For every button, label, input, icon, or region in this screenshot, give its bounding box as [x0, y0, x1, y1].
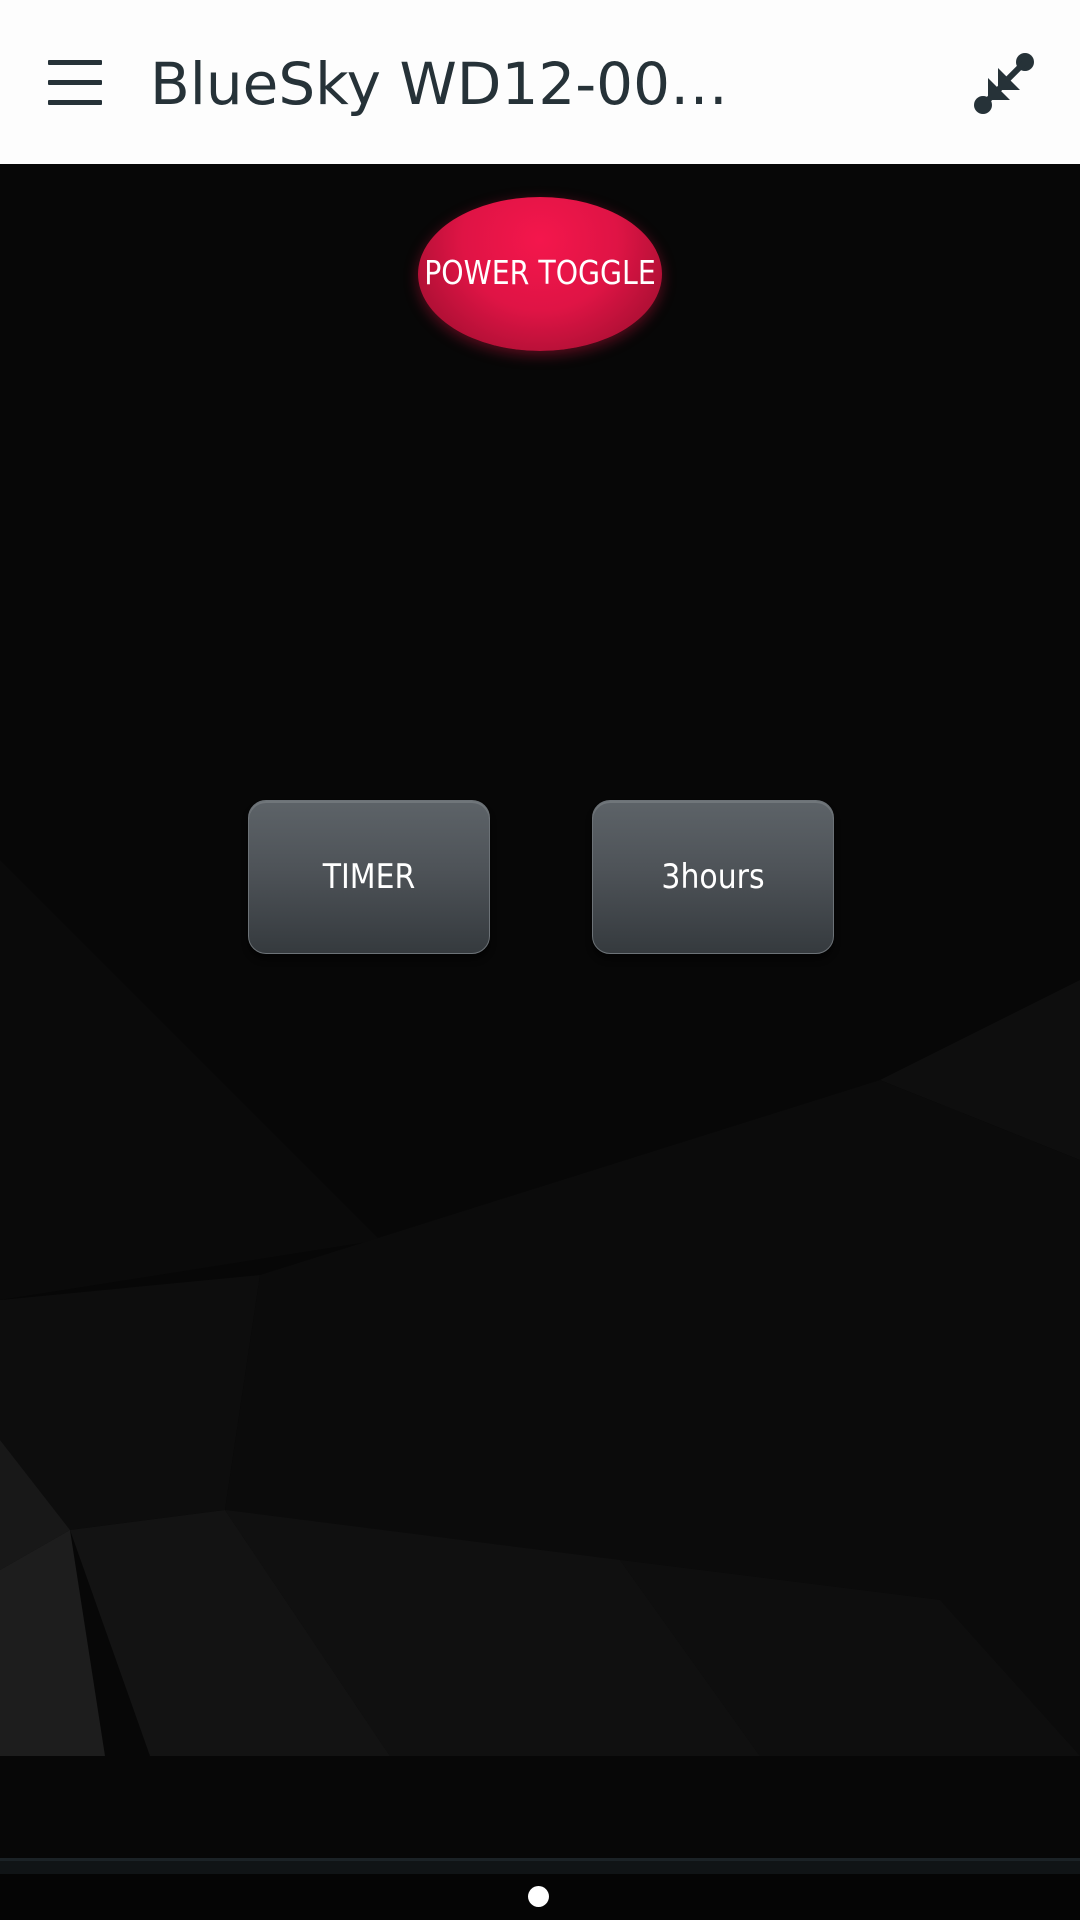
app-bar: BlueSky WD12-000… [0, 0, 1080, 164]
remote-panel: POWER TOGGLE TIMER 3hours [0, 164, 1080, 1864]
collapse-button[interactable] [968, 48, 1040, 120]
timer-button[interactable]: TIMER [248, 800, 490, 954]
page-indicator [0, 1874, 1080, 1920]
timer-hours-label: 3hours [661, 857, 765, 897]
power-toggle-button[interactable]: POWER TOGGLE [418, 197, 662, 351]
timer-hours-button[interactable]: 3hours [592, 800, 834, 954]
remote-screen: BlueSky WD12-000… POWER TOGGLE TIMER 3ho… [0, 0, 1080, 1920]
app-title: BlueSky WD12-000… [150, 50, 750, 118]
timer-label: TIMER [322, 857, 416, 897]
collapse-arrows-icon [974, 53, 1034, 114]
menu-button[interactable] [40, 52, 108, 112]
power-toggle-label: POWER TOGGLE [424, 253, 656, 292]
page-dot-active[interactable] [528, 1886, 549, 1907]
